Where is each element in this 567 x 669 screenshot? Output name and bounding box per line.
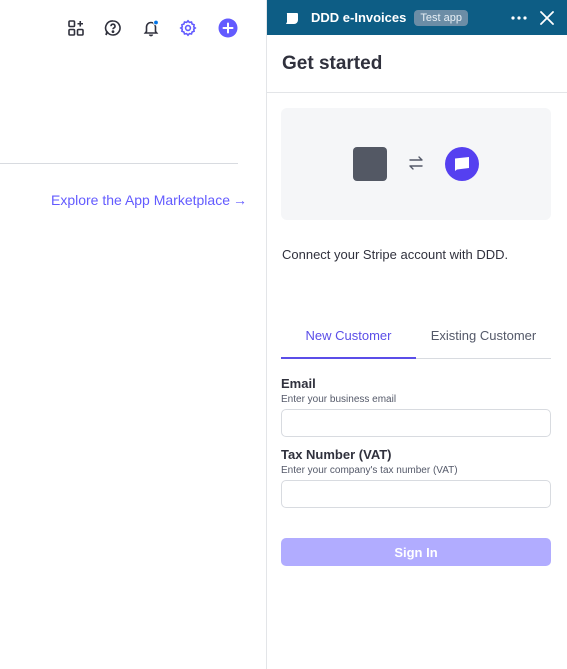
marketplace-link-label: Explore the App Marketplace [51,192,230,208]
email-field-group: Email Enter your business email [281,376,551,437]
dashboard-area: Explore the App Marketplace → [0,0,266,669]
email-input[interactable] [281,409,551,437]
connection-illustration [281,108,551,220]
sign-in-button[interactable]: Sign In [281,538,551,566]
email-help-text: Enter your business email [281,394,397,405]
arrow-right-icon: → [233,192,247,208]
explore-marketplace-link[interactable]: Explore the App Marketplace → [51,192,247,208]
help-icon[interactable] [102,17,124,39]
customer-tabs: New Customer Existing Customer [281,312,551,359]
tax-number-help-text: Enter your company's tax number (VAT) [281,465,458,476]
app-name: DDD e-Invoices [311,10,407,25]
tax-number-input[interactable] [281,480,551,508]
test-app-badge: Test app [414,9,468,26]
close-icon[interactable] [537,8,557,28]
tax-field-group: Tax Number (VAT) Enter your company's ta… [281,447,551,508]
stripe-account-placeholder-icon [353,147,387,181]
app-logo-icon [283,9,301,27]
create-plus-icon[interactable] [217,17,239,39]
app-drawer: DDD e-Invoices Test app Get started Conn… [266,0,567,669]
drawer-title-bar: Get started [267,35,567,93]
tab-new-customer[interactable]: New Customer [281,312,416,359]
tax-number-label: Tax Number (VAT) [281,447,392,462]
page-title: Get started [282,53,383,74]
ddd-logo-icon [445,147,479,181]
settings-gear-icon[interactable] [177,17,199,39]
tab-existing-customer[interactable]: Existing Customer [416,312,551,358]
apps-add-icon[interactable] [65,17,87,39]
drawer-header: DDD e-Invoices Test app [267,0,567,35]
connect-description: Connect your Stripe account with DDD. [282,247,509,262]
more-options-icon[interactable] [509,8,529,28]
content-divider [0,163,238,164]
email-label: Email [281,376,316,391]
notifications-bell-icon[interactable] [140,17,162,39]
swap-arrows-icon [407,154,425,172]
